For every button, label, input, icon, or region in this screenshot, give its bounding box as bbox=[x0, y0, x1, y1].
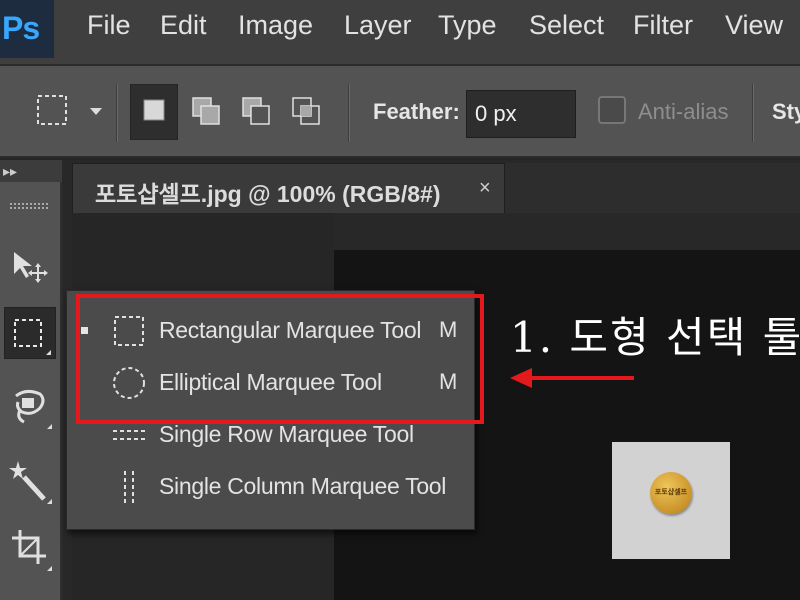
crop-tool-button[interactable] bbox=[4, 522, 56, 574]
document-tab[interactable]: 포토샵셀프.jpg @ 100% (RGB/8#) × bbox=[72, 163, 505, 213]
single-column-marquee-icon bbox=[124, 471, 134, 503]
flyout-item-single-column-marquee[interactable]: Single Column Marquee Tool bbox=[67, 461, 476, 513]
menu-file[interactable]: File bbox=[87, 10, 131, 41]
annotation-arrow-icon bbox=[510, 368, 634, 388]
tab-strip bbox=[505, 163, 800, 213]
panel-collapse-icon[interactable]: ▸▸ bbox=[0, 160, 62, 182]
menu-filter[interactable]: Filter bbox=[633, 10, 693, 41]
flyout-item-label: Single Row Marquee Tool bbox=[159, 421, 414, 447]
antialias-checkbox[interactable] bbox=[598, 96, 626, 124]
document-tab-title: 포토샵셀프.jpg @ 100% (RGB/8#) bbox=[95, 181, 441, 207]
menu-edit[interactable]: Edit bbox=[160, 10, 207, 41]
photoshop-logo: Ps bbox=[0, 0, 54, 58]
menu-select[interactable]: Select bbox=[529, 10, 604, 41]
menu-layer[interactable]: Layer bbox=[344, 10, 412, 41]
move-tool-button[interactable] bbox=[4, 240, 56, 292]
magic-wand-tool-button[interactable] bbox=[4, 455, 56, 507]
intersect-selection-icon[interactable] bbox=[288, 92, 324, 132]
flyout-item-label: Single Column Marquee Tool bbox=[159, 473, 447, 499]
move-tool-icon bbox=[14, 252, 48, 283]
menu-view[interactable]: View bbox=[725, 10, 783, 41]
close-tab-button[interactable]: × bbox=[479, 177, 491, 200]
menu-bar: Ps File Edit Image Layer Type Select Fil… bbox=[0, 0, 800, 64]
options-bar: Feather: Anti-alias Sty bbox=[0, 64, 800, 158]
photo-thumbnail: 포토샵셀프 bbox=[612, 442, 730, 559]
lasso-tool-button[interactable] bbox=[4, 380, 56, 432]
annotation-highlight-box bbox=[76, 294, 484, 424]
feather-input[interactable] bbox=[466, 90, 576, 138]
menu-type[interactable]: Type bbox=[438, 10, 497, 41]
marquee-preset-icon[interactable] bbox=[36, 92, 70, 130]
coin-text: 포토샵셀프 bbox=[654, 489, 688, 496]
style-label: Sty bbox=[772, 99, 800, 124]
new-selection-icon[interactable] bbox=[130, 84, 178, 140]
subtract-from-selection-icon[interactable] bbox=[238, 92, 274, 132]
annotation-label: 1. 도형 선택 툴 bbox=[510, 313, 800, 362]
coin-image: 포토샵셀프 bbox=[650, 472, 692, 514]
marquee-tool-button[interactable] bbox=[4, 307, 56, 359]
add-to-selection-icon[interactable] bbox=[188, 92, 224, 132]
preset-dropdown-icon[interactable] bbox=[90, 106, 102, 116]
antialias-label: Anti-alias bbox=[638, 99, 729, 124]
menu-image[interactable]: Image bbox=[238, 10, 313, 41]
panel-grip-icon[interactable] bbox=[10, 203, 48, 209]
feather-label: Feather: bbox=[373, 99, 460, 124]
